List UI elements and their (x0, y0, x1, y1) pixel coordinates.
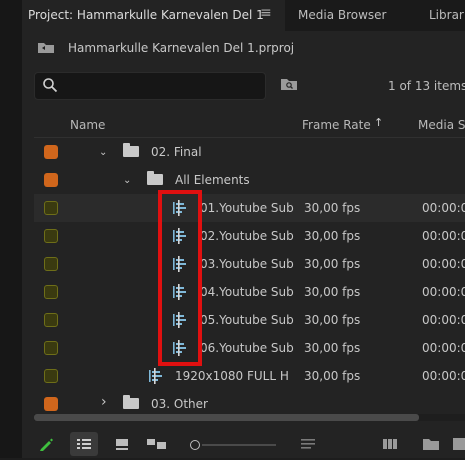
freeform-view-icon[interactable] (146, 437, 168, 451)
sort-icons-icon[interactable] (300, 438, 316, 450)
frame-rate-value: 30,00 fps (304, 229, 361, 243)
label-color-swatch[interactable] (44, 285, 58, 299)
list-view-button[interactable] (70, 432, 98, 456)
item-name: 1920x1080 FULL H (175, 369, 289, 383)
list-view-icon (77, 439, 91, 449)
chevron-down-icon[interactable]: ⌄ (99, 147, 107, 158)
tab-libraries[interactable]: Librari (429, 8, 465, 22)
frame-rate-value: 30,00 fps (304, 313, 361, 327)
folder-icon (147, 171, 163, 185)
scrollbar-thumb[interactable] (34, 414, 419, 421)
chevron-right-icon[interactable]: › (101, 394, 107, 410)
media-start-value: 00:00:00 (422, 229, 465, 243)
tab-media-browser[interactable]: Media Browser (298, 8, 386, 22)
item-name: 02. Final (151, 145, 202, 159)
project-path: Hammarkulle Karnevalen Del 1.prproj (68, 41, 295, 55)
label-color-swatch[interactable] (44, 145, 58, 159)
list-item-folder-all-elements[interactable]: ⌄ All Elements (34, 166, 465, 194)
frame-rate-value: 30,00 fps (304, 341, 361, 355)
column-header-name[interactable]: Name (70, 118, 105, 132)
frame-rate-value: 30,00 fps (304, 369, 361, 383)
new-search-bin-icon[interactable] (280, 77, 298, 91)
media-start-value: 00:00:00 (422, 369, 465, 383)
media-start-value: 00:00:00 (422, 285, 465, 299)
annotation-highlight-box (158, 190, 202, 366)
column-header-frame-rate[interactable]: Frame Rate (302, 118, 371, 132)
label-color-swatch[interactable] (44, 369, 58, 383)
item-name: 06.Youtube Sub (200, 341, 294, 355)
media-start-value: 00:00:00 (422, 313, 465, 327)
label-color-swatch[interactable] (44, 313, 58, 327)
zoom-slider-track[interactable] (202, 444, 276, 446)
list-item-sequence[interactable]: 04.Youtube Sub 30,00 fps 00:00:00 (34, 278, 465, 306)
sequence-icon (149, 368, 162, 384)
search-icon (43, 78, 58, 93)
list-item-folder-02-final[interactable]: ⌄ 02. Final (34, 138, 465, 166)
column-header-media-start[interactable]: Media St (418, 118, 465, 132)
folder-icon (123, 143, 139, 157)
media-start-value: 00:00:00 (422, 201, 465, 215)
frame-rate-value: 30,00 fps (304, 285, 361, 299)
media-start-value: 00:00:00 (422, 341, 465, 355)
label-color-swatch[interactable] (44, 341, 58, 355)
label-color-swatch[interactable] (44, 201, 58, 215)
tab-project-label[interactable]: Project: Hammarkulle Karnevalen Del 1 (28, 8, 264, 22)
item-name: 01.Youtube Sub (200, 201, 294, 215)
label-color-swatch[interactable] (44, 229, 58, 243)
new-bin-icon[interactable] (422, 437, 440, 451)
item-name: 02.Youtube Sub (200, 229, 294, 243)
icon-view-icon[interactable] (114, 437, 130, 451)
item-name: 03. Other (151, 397, 208, 411)
list-item-sequence[interactable]: 05.Youtube Sub 30,00 fps 00:00:00 (34, 306, 465, 334)
project-file-icon (38, 43, 54, 53)
left-panel-edge (0, 0, 22, 458)
list-item-sequence[interactable]: 03.Youtube Sub 30,00 fps 00:00:00 (34, 250, 465, 278)
sort-ascending-icon: ↑ (374, 116, 384, 129)
label-color-swatch[interactable] (44, 257, 58, 271)
frame-rate-value: 30,00 fps (304, 257, 361, 271)
item-name: 04.Youtube Sub (200, 285, 294, 299)
label-color-swatch[interactable] (44, 173, 58, 187)
zoom-slider-handle[interactable] (190, 440, 200, 450)
item-name: 03.Youtube Sub (200, 257, 294, 271)
list-item-sequence[interactable]: 06.Youtube Sub 30,00 fps 00:00:00 (34, 334, 465, 362)
item-name: All Elements (175, 173, 250, 187)
list-item-sequence[interactable]: 1920x1080 FULL H 30,00 fps 00:00:00 (34, 362, 465, 390)
list-item-sequence[interactable]: 02.Youtube Sub 30,00 fps 00:00:00 (34, 222, 465, 250)
list-item-folder-03-other[interactable]: › 03. Other (34, 390, 465, 414)
automate-to-sequence-icon[interactable] (382, 438, 398, 450)
media-start-value: 00:00:00 (422, 257, 465, 271)
folder-icon (123, 395, 139, 409)
label-color-swatch[interactable] (44, 397, 58, 411)
item-name: 05.Youtube Sub (200, 313, 294, 327)
search-input[interactable] (34, 72, 266, 100)
new-item-icon[interactable] (452, 437, 465, 451)
frame-rate-value: 30,00 fps (304, 201, 361, 215)
item-count: 1 of 13 items s (388, 79, 465, 93)
list-item-sequence[interactable]: 01.Youtube Sub 30,00 fps 00:00:00 (34, 194, 465, 222)
panel-menu-icon[interactable]: ≡ (260, 5, 272, 21)
pen-icon[interactable] (38, 436, 54, 452)
chevron-down-icon[interactable]: ⌄ (123, 175, 131, 186)
